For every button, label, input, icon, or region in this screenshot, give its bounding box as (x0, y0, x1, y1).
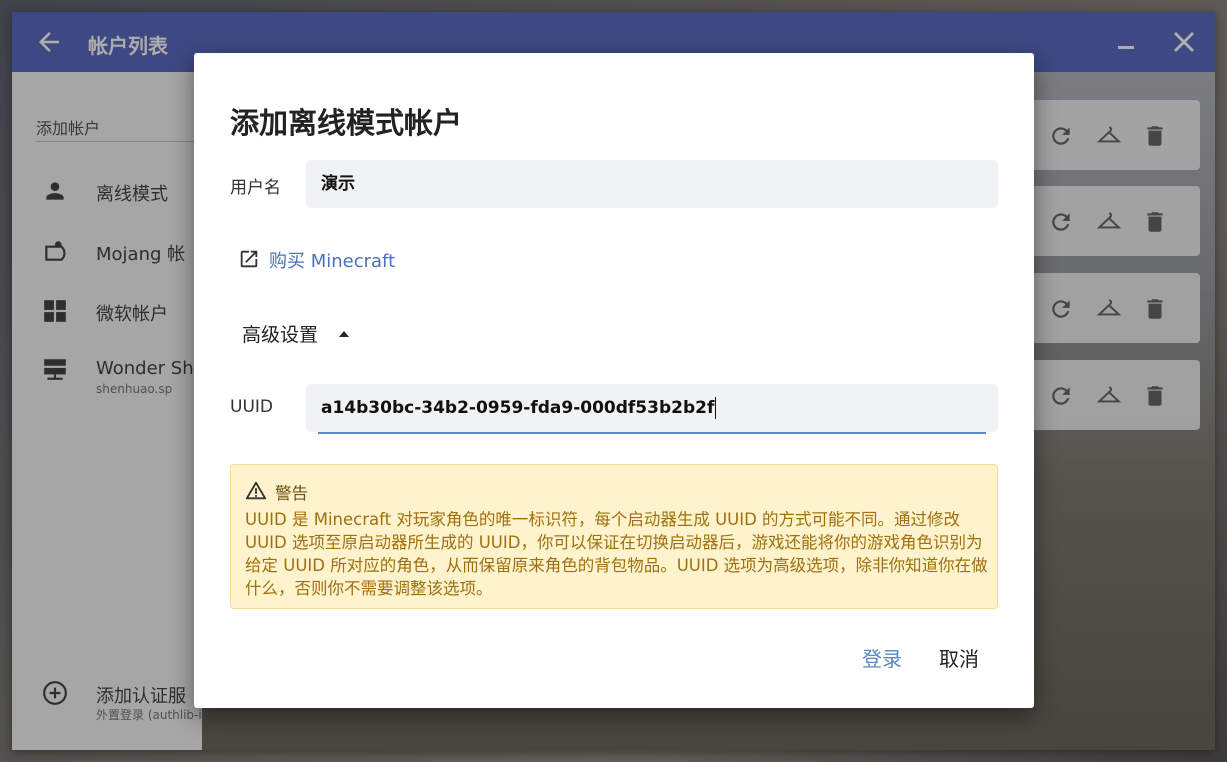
add-offline-account-dialog: 添加离线模式帐户 用户名 演示 购买 Minecraft 高级设置 UUID a… (194, 53, 1034, 708)
caret-up-icon (336, 325, 352, 341)
uuid-label: UUID (230, 397, 273, 417)
warning-header: 警告 (245, 479, 445, 503)
uuid-field-focus-underline (318, 432, 986, 434)
cancel-button[interactable]: 取消 (939, 643, 979, 672)
username-value: 演示 (321, 174, 355, 194)
advanced-settings-label: 高级设置 (242, 324, 319, 346)
username-label: 用户名 (230, 178, 281, 198)
login-button[interactable]: 登录 (862, 643, 902, 672)
warning-title: 警告 (275, 484, 308, 503)
uuid-field[interactable]: a14b30bc-34b2-0959-fda9-000df53b2b2f (306, 384, 998, 434)
external-link-icon (238, 248, 260, 270)
warning-triangle-icon (245, 480, 267, 502)
buy-minecraft-label: 购买 Minecraft (269, 251, 396, 272)
warning-box: 警告 UUID 是 Minecraft 对玩家角色的唯一标识符，每个启动器生成 … (230, 464, 998, 609)
username-field[interactable]: 演示 (306, 160, 998, 208)
warning-text: UUID 是 Minecraft 对玩家角色的唯一标识符，每个启动器生成 UUI… (245, 510, 988, 598)
advanced-settings-toggle[interactable]: 高级设置 (242, 319, 392, 349)
text-cursor (715, 397, 717, 419)
uuid-value: a14b30bc-34b2-0959-fda9-000df53b2b2f (321, 398, 715, 418)
dialog-title: 添加离线模式帐户 (230, 106, 463, 140)
